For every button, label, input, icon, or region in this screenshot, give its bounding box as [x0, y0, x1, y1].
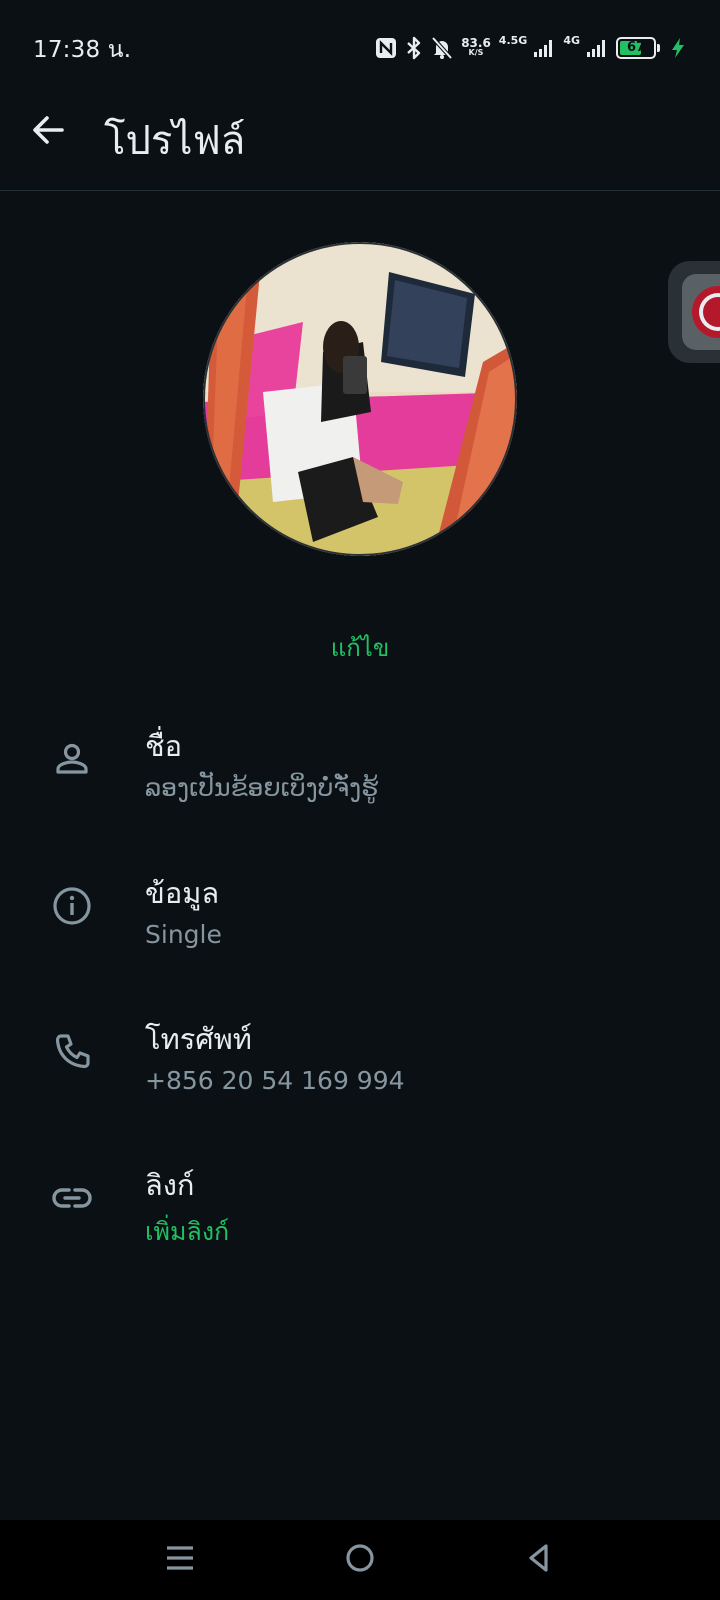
arrow-left-icon — [30, 112, 66, 152]
floating-bubble[interactable] — [668, 261, 720, 363]
phone-icon — [50, 1030, 94, 1074]
floating-app-icon — [682, 274, 720, 350]
edit-photo-link[interactable]: แก้ไข — [0, 628, 720, 667]
signal1-label: 4.5G — [498, 34, 528, 47]
phone-label: โทรศัพท์ — [145, 1022, 252, 1056]
phone-value: +856 20 54 169 994 — [145, 1066, 405, 1095]
system-nav-bar — [0, 1520, 720, 1600]
signal-icon — [586, 38, 608, 58]
nfc-icon — [375, 37, 397, 59]
charging-icon — [670, 37, 686, 59]
signal2-label: 4G — [563, 34, 580, 47]
name-row[interactable]: ชื่อ ລອງເປັນຂ້ອຍເບິ່ງບໍ່ຈັ່ງຮູ້ — [0, 713, 720, 823]
info-icon — [50, 884, 94, 928]
status-icons: 83.6 K/S 4.5G 4G 67 — [375, 34, 686, 62]
profile-screen: 17:38 น. 83.6 K/S 4.5G 4G 67 โปรไฟล์ แก้… — [0, 0, 720, 1600]
battery-level: 67 — [626, 40, 646, 55]
net-speed-unit: K/S — [468, 48, 484, 57]
bell-off-icon — [431, 36, 453, 60]
net-speed-value: 83.6 — [461, 36, 491, 50]
app-bar: โปรไฟล์ — [0, 80, 720, 191]
page-title: โปรไฟล์ — [104, 118, 246, 164]
triangle-back-icon — [524, 1542, 556, 1578]
net-speed: 83.6 K/S — [461, 36, 491, 58]
phone-row[interactable]: โทรศัพท์ +856 20 54 169 994 — [0, 1006, 720, 1116]
back-button[interactable] — [26, 110, 70, 154]
name-label: ชื่อ — [145, 729, 183, 763]
about-value: Single — [145, 920, 222, 949]
links-label: ลิงก์ — [145, 1168, 195, 1202]
back-nav-button[interactable] — [518, 1540, 562, 1580]
add-link-button[interactable]: เพิ่มลิงก์ — [145, 1212, 229, 1252]
profile-photo[interactable] — [203, 242, 517, 556]
signal-icon — [533, 38, 555, 58]
about-label: ข้อมูล — [145, 876, 220, 910]
home-button[interactable] — [338, 1540, 382, 1580]
home-circle-icon — [344, 1542, 376, 1578]
menu-icon — [164, 1542, 196, 1578]
person-icon — [50, 737, 94, 781]
battery-icon: 67 — [616, 37, 660, 59]
recent-apps-button[interactable] — [158, 1540, 202, 1580]
name-value: ລອງເປັນຂ້ອຍເບິ່ງບໍ່ຈັ່ງຮູ້ — [145, 773, 379, 802]
link-icon — [50, 1176, 94, 1220]
about-row[interactable]: ข้อมูล Single — [0, 860, 720, 970]
status-time: 17:38 น. — [33, 37, 132, 63]
links-row[interactable]: ลิงก์ เพิ่มลิงก์ — [0, 1152, 720, 1262]
bluetooth-icon — [405, 36, 423, 60]
status-bar: 17:38 น. 83.6 K/S 4.5G 4G 67 — [0, 0, 720, 80]
